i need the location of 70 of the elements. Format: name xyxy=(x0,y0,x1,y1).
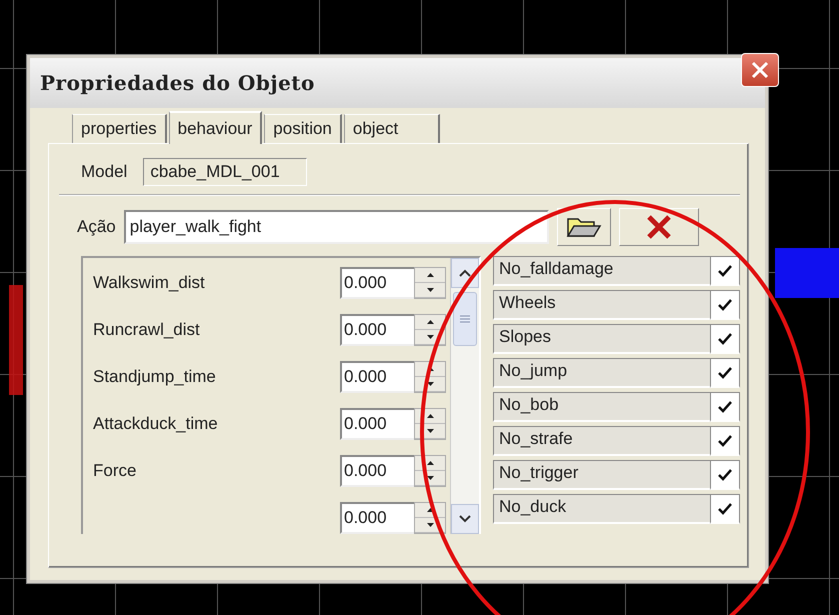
checkmark-icon xyxy=(718,502,732,514)
up-arrow-icon xyxy=(426,272,434,276)
parameter-label: Force xyxy=(93,460,136,480)
down-arrow-icon xyxy=(426,288,434,292)
chevron-down-icon xyxy=(459,515,471,523)
checkbox[interactable] xyxy=(710,392,740,422)
checkmark-icon xyxy=(718,434,732,446)
checkbox[interactable] xyxy=(710,426,740,456)
parameter-label: Standjump_time xyxy=(93,366,216,386)
checkmark-icon xyxy=(718,400,732,412)
down-arrow-icon xyxy=(426,428,434,432)
scroll-down-button[interactable] xyxy=(451,504,479,534)
parameter-label: Attackduck_time xyxy=(93,414,218,434)
flag-label: Slopes xyxy=(493,324,710,354)
down-arrow-icon xyxy=(426,522,434,526)
number-field[interactable]: 0.000 xyxy=(340,314,414,346)
grip-icon xyxy=(460,315,470,323)
checkbox[interactable] xyxy=(710,460,740,490)
checkmark-icon xyxy=(718,468,732,480)
number-field[interactable]: 0.000 xyxy=(340,502,414,534)
up-arrow-icon xyxy=(426,460,434,464)
down-arrow-icon xyxy=(426,382,434,386)
checkmark-icon xyxy=(718,298,732,310)
flag-label: No_jump xyxy=(493,358,710,388)
flag-label: No_bob xyxy=(493,392,710,422)
checkbox[interactable] xyxy=(710,290,740,320)
scroll-thumb[interactable] xyxy=(453,292,477,346)
checkmark-icon xyxy=(718,332,732,344)
flag-label: Wheels xyxy=(493,290,710,320)
down-arrow-icon xyxy=(426,334,434,338)
number-field[interactable]: 0.000 xyxy=(340,454,414,486)
action-label: Ação xyxy=(77,217,116,237)
close-icon xyxy=(750,60,770,80)
spin-down-button[interactable] xyxy=(415,282,445,298)
parameter-label: Walkswim_dist xyxy=(93,272,205,292)
checkbox[interactable] xyxy=(710,256,740,286)
flag-label: No_duck xyxy=(493,494,710,524)
window-title: Propriedades do Objeto xyxy=(40,71,315,95)
up-arrow-icon xyxy=(426,508,434,512)
parameter-label: Runcrawl_dist xyxy=(93,320,200,340)
scene-object xyxy=(775,248,839,298)
tab[interactable]: object xyxy=(344,114,440,143)
checkbox[interactable] xyxy=(710,494,740,524)
up-arrow-icon xyxy=(426,414,434,418)
close-button[interactable] xyxy=(741,53,779,87)
tab[interactable]: behaviour xyxy=(168,111,262,144)
checkbox[interactable] xyxy=(710,324,740,354)
checkmark-icon xyxy=(718,264,732,276)
number-field[interactable]: 0.000 xyxy=(340,266,414,298)
scrollbar[interactable] xyxy=(450,258,479,534)
number-field[interactable]: 0.000 xyxy=(340,360,414,392)
spin-up-button[interactable] xyxy=(415,268,445,282)
flag-label: No_falldamage xyxy=(493,256,710,286)
model-value: cbabe_MDL_001 xyxy=(143,158,308,186)
chevron-up-icon xyxy=(459,269,471,277)
tab[interactable]: position xyxy=(264,114,342,143)
close-icon xyxy=(646,214,672,240)
checkmark-icon xyxy=(718,366,732,378)
down-arrow-icon xyxy=(426,476,434,480)
tab[interactable]: properties xyxy=(72,114,167,143)
action-field[interactable]: player_walk_fight xyxy=(124,210,549,244)
delete-button[interactable] xyxy=(618,208,699,246)
up-arrow-icon xyxy=(426,320,434,324)
open-folder-button[interactable] xyxy=(556,208,611,246)
checkbox[interactable] xyxy=(710,358,740,388)
flag-label: No_trigger xyxy=(493,460,710,490)
spin-up-button[interactable] xyxy=(415,314,445,330)
model-label: Model xyxy=(81,162,128,182)
flag-label: No_strafe xyxy=(493,426,710,456)
number-field[interactable]: 0.000 xyxy=(340,408,414,440)
